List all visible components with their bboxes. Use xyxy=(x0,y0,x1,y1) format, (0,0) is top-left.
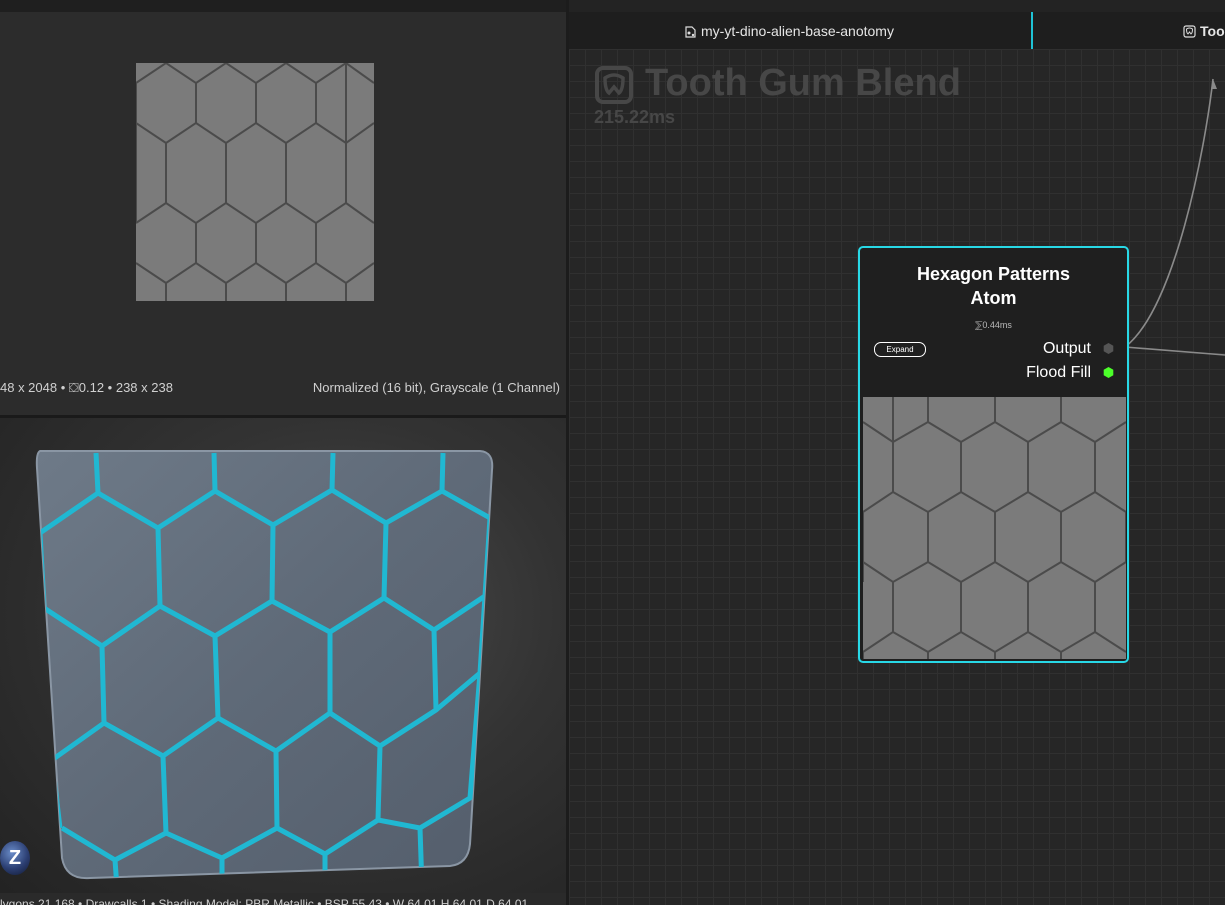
port-flood-fill-label: Flood Fill xyxy=(1026,364,1091,381)
expand-button[interactable]: Expand xyxy=(874,342,926,357)
texture-2d-preview[interactable]: 48 x 2048 • ⛋0.12 • 238 x 238 Normalized… xyxy=(0,12,566,415)
top-strip xyxy=(0,0,567,12)
node-title-line1: Hexagon Patterns xyxy=(916,264,1071,284)
viewport-3d[interactable] xyxy=(0,418,566,905)
tooth-icon xyxy=(1183,25,1196,38)
viewport-stats: lygons 21,168 • Drawcalls 1 • Shading Mo… xyxy=(0,893,566,905)
hexagon-texture-swatch xyxy=(136,63,374,301)
node-preview-image xyxy=(863,397,1126,659)
node-title: Hexagon Patterns Atom xyxy=(860,262,1127,310)
hexagon-patterns-node[interactable]: Hexagon Patterns Atom ⅀0.44ms Expand Out… xyxy=(858,246,1129,663)
port-output-label: Output xyxy=(1042,340,1091,357)
tooth-graph-icon xyxy=(595,66,633,104)
hexagon-plane-model xyxy=(35,450,494,880)
graph-file-icon xyxy=(685,26,696,38)
tab-bar: my-yt-dino-alien-base-anotomy Too xyxy=(569,12,1225,49)
tab-tooth-gum-blend[interactable]: Too xyxy=(1183,12,1225,49)
z-axis-badge[interactable]: Z xyxy=(0,841,30,875)
node-title-line2: Atom xyxy=(970,288,1017,308)
output-port-icon[interactable] xyxy=(1103,343,1114,354)
tab-graph-label: my-yt-dino-alien-base-anotomy xyxy=(701,23,894,39)
node-wires xyxy=(1125,78,1225,356)
graph-execution-time: 215.22ms xyxy=(594,107,676,127)
tab-separator-active xyxy=(1031,12,1033,49)
flood-fill-port-icon[interactable] xyxy=(1103,367,1114,378)
graph-title: Tooth Gum Blend xyxy=(645,62,961,104)
texture-info-resolution: 48 x 2048 • ⛋0.12 • 238 x 238 xyxy=(0,380,173,395)
texture-info-format: Normalized (16 bit), Grayscale (1 Channe… xyxy=(312,380,560,395)
tab-tooth-label: Too xyxy=(1200,23,1225,39)
tab-graph[interactable]: my-yt-dino-alien-base-anotomy xyxy=(684,12,894,49)
node-execution-time: ⅀0.44ms xyxy=(975,320,1012,330)
